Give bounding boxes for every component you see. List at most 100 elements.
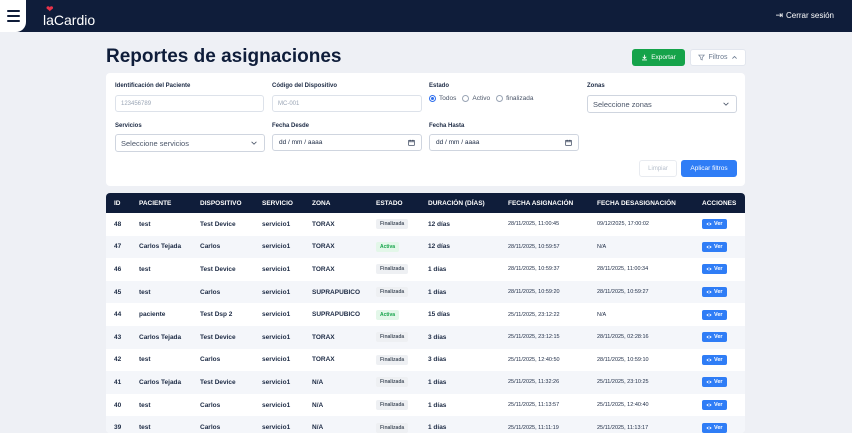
date-from-value: dd / mm / aaaa [279,139,323,146]
cell-zone: SUPRAPUBICO [312,311,361,319]
status-badge: Activa [376,309,400,320]
view-button[interactable]: Ver [702,354,727,365]
cell-actions: Ver [694,349,745,372]
cell-device: Carlos [200,243,221,251]
status-badge: Finalizada [376,354,409,365]
patient-id-input[interactable]: 123456789 [115,95,264,112]
date-from-input[interactable]: dd / mm / aaaa [272,134,422,151]
cell-unassigned-date: N/A [597,311,607,318]
view-button[interactable]: Ver [702,241,727,252]
cell-assigned-date: 28/11/2025, 10:59:37 [508,266,560,273]
cell-actions: Ver [694,213,745,236]
view-label: Ver [714,266,723,273]
cell-actions: Ver [694,371,745,394]
radio-label: Todos [439,95,457,102]
cell-actions: Ver [694,236,745,259]
page-title: Reportes de asignaciones [106,46,342,67]
cell-status: Activa [368,303,420,326]
table-row: 39 test Carlos servicio1 N/A Finalizada 1 días… [106,416,745,433]
services-label: Servicios [115,123,142,129]
cell-patient: test [139,424,151,432]
cell-assigned-date: 25/11/2025, 23:12:15 [508,334,560,341]
cell-zone: SUPRAPUBICO [312,288,361,296]
top-navbar: ❤ laCardio ⇥ Cerrar sesión [0,0,852,32]
cell-unassigned-date: 25/11/2025, 12:40:40 [597,402,649,409]
view-button[interactable]: Ver [702,264,727,275]
assignments-table: ID PACIENTE DISPOSITIVO SERVICIO ZONA ES… [106,193,745,433]
table-row: 45 test Carlos servicio1 SUPRAPUBICO Finaliza… [106,280,745,304]
status-radio-finalizada[interactable]: finalizada [496,95,534,102]
view-label: Ver [714,221,723,228]
apply-filters-button[interactable]: Aplicar filtros [681,160,737,177]
cell-zone: TORAX [312,356,335,364]
eye-icon [706,313,712,317]
patient-id-label: Identificación del Paciente [115,83,191,89]
cell-duration: 1 días [428,424,447,432]
eye-icon [706,335,712,339]
cell-status: Finalizada [368,258,420,281]
cell-duration: 12 días [428,220,451,228]
filters-toggle-button[interactable]: Filtros [690,49,746,66]
column-header[interactable]: DISPOSITIVO [192,193,254,213]
radio-unchecked-icon [462,95,470,102]
view-button[interactable]: Ver [702,400,727,411]
column-header[interactable]: PACIENTE [131,193,192,213]
cell-service: servicio1 [262,288,291,296]
view-button[interactable]: Ver [702,309,727,320]
logout-icon: ⇥ [775,10,783,20]
view-button[interactable]: Ver [702,219,727,230]
column-header[interactable]: FECHA ASIGNACIÓN [500,193,589,213]
cell-actions: Ver [694,258,745,281]
logo-text: laCardio [43,12,96,28]
column-header[interactable]: SERVICIO [254,193,304,213]
cell-service: servicio1 [262,220,291,228]
cell-assigned-date: 28/11/2025, 10:59:57 [508,243,560,250]
zones-label: Zonas [587,83,605,89]
cell-zone: TORAX [312,220,335,228]
column-header[interactable]: FECHA DESASIGNACIÓN [589,193,694,213]
cell-status: Finalizada [368,281,420,304]
status-badge: Finalizada [376,400,409,411]
cell-assigned-date: 28/11/2025, 11:00:45 [508,221,560,228]
table-row: 44 paciente Test Dsp 2 servicio1 SUPRAPUBICO… [106,303,745,326]
hamburger-icon[interactable] [0,0,26,32]
cell-assigned-date: 25/11/2025, 11:11:19 [508,424,559,431]
status-radio-todos[interactable]: Todos [429,95,456,102]
column-header[interactable]: ACCIONES [694,193,745,213]
cell-duration: 1 días [428,378,447,386]
cell-status: Finalizada [368,371,420,394]
column-header[interactable]: DURACIÓN (DÍAS) [420,193,500,213]
cell-service: servicio1 [262,424,291,432]
zones-select[interactable]: Seleccione zonas [587,95,737,113]
calendar-icon[interactable] [565,139,572,146]
cell-status: Activa [368,236,420,259]
view-button[interactable]: Ver [702,332,727,343]
cell-id: 45 [114,288,122,296]
cell-unassigned-date: 28/11/2025, 02:28:16 [597,334,649,341]
column-header[interactable]: ID [106,193,131,213]
cell-duration: 1 días [428,401,447,409]
date-to-input[interactable]: dd / mm / aaaa [429,134,579,151]
view-label: Ver [714,379,723,386]
table-body: 48 test Test Device servicio1 TORAX Finalizad… [106,213,745,433]
export-button[interactable]: Exportar [632,49,685,66]
column-header[interactable]: ZONA [304,193,368,213]
cell-id: 46 [114,265,122,273]
view-button[interactable]: Ver [702,377,727,388]
cell-patient: test [139,220,151,228]
cell-assigned-date: 25/11/2025, 11:13:57 [508,402,560,409]
column-header[interactable]: ESTADO [368,193,420,213]
device-code-input[interactable]: MC-001 [272,95,422,112]
radio-label: Activo [472,95,491,102]
calendar-icon[interactable] [408,139,415,146]
filters-label: Filtros [708,54,728,61]
status-radio-activo[interactable]: Activo [462,95,490,102]
table-row: 41 Carlos Tejada Test Device servicio1 N/A Fi… [106,371,745,394]
table-row: 40 test Carlos servicio1 N/A Finalizada 1 días… [106,393,745,417]
clear-filters-button[interactable]: Limpiar [639,160,677,177]
cell-duration: 1 días [428,265,447,273]
view-button[interactable]: Ver [702,287,727,298]
logout-button[interactable]: ⇥ Cerrar sesión [775,10,834,21]
services-select[interactable]: Seleccione servicios [115,134,265,152]
view-button[interactable]: Ver [702,422,727,433]
